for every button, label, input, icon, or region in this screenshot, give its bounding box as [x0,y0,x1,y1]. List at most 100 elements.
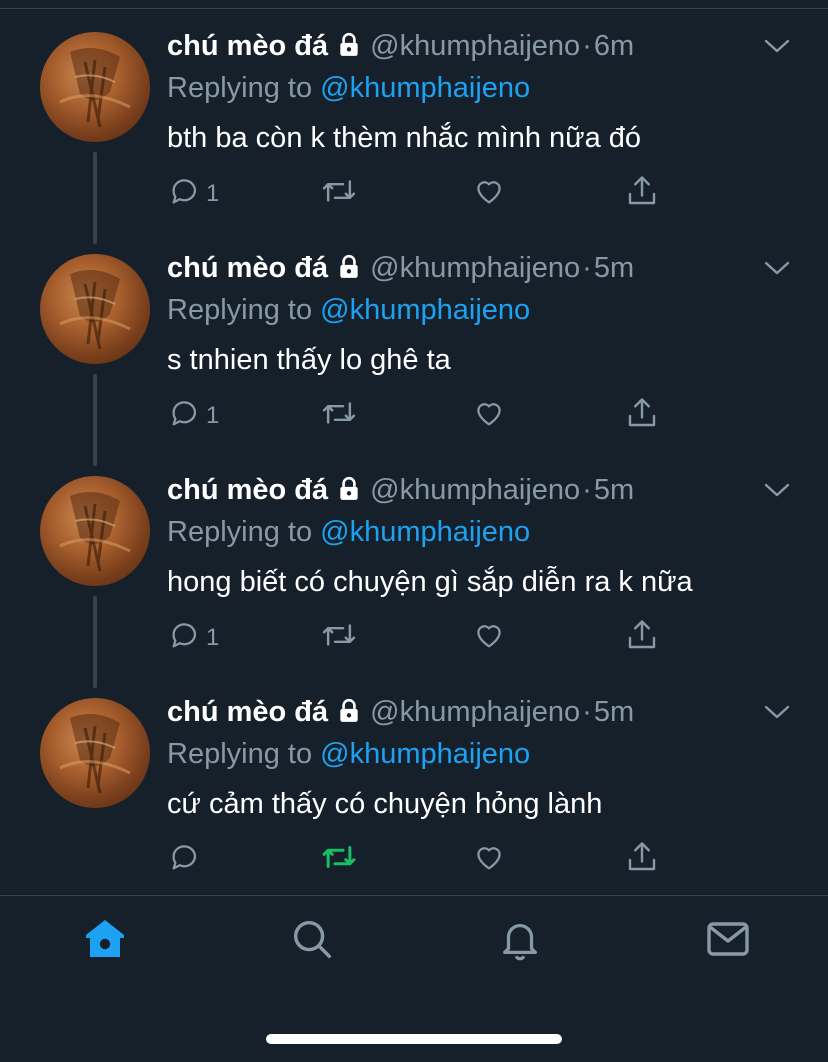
chevron-down-icon[interactable] [762,36,792,56]
replying-to-label: Replying to [167,516,321,548]
tweet-actions: 1 [0,172,828,216]
replying-to: Replying to @khumphaijeno [167,68,530,108]
replying-to: Replying to @khumphaijeno [167,290,530,330]
tweet-text: cứ cảm thấy có chuyện hỏng lành [167,788,603,820]
reply-button[interactable]: 1 [168,616,219,660]
replying-to-label: Replying to [167,738,321,770]
tweet-header: chú mèo đá @khumphaijeno·6m [167,26,634,66]
replying-to-link[interactable]: @khumphaijeno [320,294,530,326]
display-name[interactable]: chú mèo đá [167,252,328,284]
retweet-button[interactable] [320,616,358,660]
tweet[interactable]: chú mèo đá @khumphaijeno·5m Replying to @… [0,666,828,888]
tweet[interactable]: chú mèo đá @khumphaijeno·6m Replying to @… [0,0,828,244]
reply-count: 1 [206,180,220,207]
heart-icon [472,618,506,659]
reply-icon [168,396,202,437]
timestamp[interactable]: 5m [594,252,634,284]
timestamp[interactable]: 5m [594,474,634,506]
heart-icon [472,840,506,881]
share-button[interactable] [624,616,660,660]
tab-search[interactable] [287,916,337,966]
retweet-icon [320,396,358,437]
retweet-button[interactable] [320,838,358,882]
replying-to-label: Replying to [167,294,321,326]
tweet-header: chú mèo đá @khumphaijeno·5m [167,248,634,288]
tweet-header: chú mèo đá @khumphaijeno·5m [167,470,634,510]
reply-button[interactable] [168,838,206,882]
like-button[interactable] [472,838,506,882]
tweet-actions: 1 [0,394,828,438]
like-button[interactable] [472,172,506,216]
retweet-icon [320,618,358,659]
replying-to-link[interactable]: @khumphaijeno [320,738,530,770]
tweet-actions [0,838,828,882]
lock-icon [336,695,362,735]
user-handle[interactable]: @khumphaijeno [370,696,580,728]
share-icon [624,617,660,660]
separator-dot: · [582,252,592,284]
timestamp[interactable]: 6m [594,30,634,62]
reply-button[interactable]: 1 [168,172,219,216]
share-icon [624,839,660,882]
separator-dot: · [582,696,592,728]
avatar[interactable] [40,32,150,142]
search-icon [289,916,335,967]
lock-icon [336,29,362,69]
home-indicator[interactable] [266,1034,562,1044]
lock-icon [336,251,362,291]
avatar[interactable] [40,254,150,364]
reply-count: 1 [206,624,220,651]
separator-dot: · [582,474,592,506]
tab-notifications[interactable] [495,916,545,966]
mail-icon [704,917,752,966]
timestamp[interactable]: 5m [594,696,634,728]
chevron-down-icon[interactable] [762,702,792,722]
bell-icon [497,915,543,968]
tweet-text: bth ba còn k thèm nhắc mình nữa đó [167,122,642,154]
reply-icon [168,840,202,881]
user-handle[interactable]: @khumphaijeno [370,30,580,62]
display-name[interactable]: chú mèo đá [167,30,328,62]
replying-to: Replying to @khumphaijeno [167,512,530,552]
display-name[interactable]: chú mèo đá [167,696,328,728]
share-icon [624,395,660,438]
tab-messages[interactable] [703,916,753,966]
tweet[interactable]: chú mèo đá @khumphaijeno·5m Replying to @… [0,222,828,466]
share-button[interactable] [624,838,660,882]
replying-to: Replying to @khumphaijeno [167,734,530,774]
reply-icon [168,174,202,215]
tab-home[interactable] [80,916,130,966]
heart-icon [472,396,506,437]
home-icon [81,915,129,968]
reply-count: 1 [206,402,220,429]
user-handle[interactable]: @khumphaijeno [370,252,580,284]
like-button[interactable] [472,394,506,438]
display-name[interactable]: chú mèo đá [167,474,328,506]
user-handle[interactable]: @khumphaijeno [370,474,580,506]
share-button[interactable] [624,394,660,438]
share-icon [624,173,660,216]
retweet-button[interactable] [320,394,358,438]
replying-to-label: Replying to [167,72,321,104]
like-button[interactable] [472,616,506,660]
share-button[interactable] [624,172,660,216]
tweet-text: s tnhien thấy lo ghê ta [167,344,451,376]
reply-icon [168,618,202,659]
lock-icon [336,473,362,513]
replying-to-link[interactable]: @khumphaijeno [320,72,530,104]
separator-dot: · [582,30,592,62]
chevron-down-icon[interactable] [762,258,792,278]
heart-icon [472,174,506,215]
avatar[interactable] [40,698,150,808]
retweet-icon [320,174,358,215]
tweet-header: chú mèo đá @khumphaijeno·5m [167,692,634,732]
tweet-text: hong biết có chuyện gì sắp diễn ra k nữa [167,566,693,598]
replying-to-link[interactable]: @khumphaijeno [320,516,530,548]
tweet-actions: 1 [0,616,828,660]
retweet-icon [320,840,358,881]
reply-button[interactable]: 1 [168,394,219,438]
chevron-down-icon[interactable] [762,480,792,500]
retweet-button[interactable] [320,172,358,216]
avatar[interactable] [40,476,150,586]
tweet[interactable]: chú mèo đá @khumphaijeno·5m Replying to @… [0,444,828,688]
